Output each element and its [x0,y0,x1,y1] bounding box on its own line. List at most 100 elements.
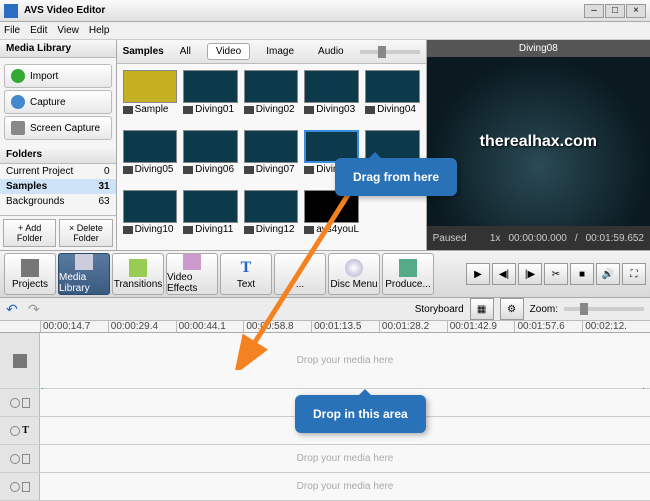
import-label: Import [30,71,58,82]
ruler-tick: 00:02:12. [582,321,650,332]
tool-text[interactable]: TText [220,253,272,295]
media-library-header: Media Library [0,40,116,58]
thumb-Diving06[interactable]: Diving06 [183,130,238,184]
thumb-Diving01[interactable]: Diving01 [183,70,238,124]
volume-button[interactable]: 🔊 [596,263,620,285]
close-button[interactable]: × [626,4,646,18]
view-settings-button[interactable]: ⚙ [500,298,524,320]
track-header-text[interactable]: T [0,417,40,444]
menu-edit[interactable]: Edit [30,25,47,36]
delete-folder-button[interactable]: × Delete Folder [59,219,112,247]
thumb-size-slider[interactable] [360,50,420,54]
tool-produce[interactable]: Produce... [382,253,434,295]
capture-label: Capture [30,97,66,108]
preview-position: 00:00:00.000 [508,233,566,244]
tab-audio[interactable]: Audio [310,44,352,59]
more-icon [291,259,309,277]
ruler-tick: 00:01:13.5 [311,321,379,332]
tab-video[interactable]: Video [207,43,250,60]
track-header-audio[interactable] [0,473,40,500]
thumb-Diving10[interactable]: Diving10 [123,190,178,244]
ruler-tick: 00:01:28.2 [379,321,447,332]
thumb-label: Diving10 [135,224,174,235]
menu-file[interactable]: File [4,25,20,36]
track-header-effect[interactable] [0,445,40,472]
ruler-tick: 00:01:42.9 [447,321,515,332]
folder-current-project[interactable]: Current Project0 [0,164,116,179]
thumb-image [123,130,178,163]
maximize-button[interactable]: □ [605,4,625,18]
audio-track[interactable]: Drop your media here [40,473,650,500]
track-header-transition[interactable] [0,389,40,416]
tool-transitions[interactable]: Transitions [112,253,164,295]
title-bar: AVS Video Editor – □ × [0,0,650,22]
tool-disc-menu[interactable]: Disc Menu [328,253,380,295]
preview-sep: / [575,233,578,244]
folder-backgrounds[interactable]: Backgrounds63 [0,194,116,209]
thumb-Sample[interactable]: Sample [123,70,178,124]
redo-button[interactable]: ↷ [28,301,46,317]
tool-projects[interactable]: Projects [4,253,56,295]
stop-button[interactable]: ■ [570,263,594,285]
tab-all[interactable]: All [172,44,199,59]
thumb-Diving07[interactable]: Diving07 [244,130,299,184]
effect-track[interactable]: Drop your media here [40,445,650,472]
screen-capture-button[interactable]: Screen Capture [4,116,112,140]
video-icon [123,106,133,114]
capture-button[interactable]: Capture [4,90,112,114]
split-button[interactable]: ✂ [544,263,568,285]
view-icon-button[interactable]: ▦ [470,298,494,320]
thumb-Diving04[interactable]: Diving04 [365,70,420,124]
thumb-Diving02[interactable]: Diving02 [244,70,299,124]
video-track[interactable]: Drop your media here [40,333,650,388]
tool-media-library[interactable]: Media Library [58,253,110,295]
plus-icon [11,69,25,83]
import-button[interactable]: Import [4,64,112,88]
fullscreen-button[interactable]: ⛶ [622,263,646,285]
thumb-label: Diving06 [195,164,234,175]
add-folder-button[interactable]: + Add Folder [3,219,56,247]
ruler-tick: 00:00:44.1 [176,321,244,332]
text-track-icon: T [22,425,29,436]
eye-icon [10,426,20,436]
disc-icon [345,259,363,277]
preview-status: Paused [433,233,467,244]
tab-image[interactable]: Image [258,44,302,59]
thumb-label: Diving05 [135,164,174,175]
thumb-Diving11[interactable]: Diving11 [183,190,238,244]
time-ruler[interactable]: 00:00:14.700:00:29.400:00:44.100:00:58.8… [0,321,650,333]
thumb-avs4youL[interactable]: avs4youL [304,190,359,244]
preview-viewport[interactable]: therealhax.com [427,57,650,226]
menu-help[interactable]: Help [89,25,110,36]
menu-view[interactable]: View [57,25,79,36]
minimize-button[interactable]: – [584,4,604,18]
folder-samples[interactable]: Samples31 [0,179,116,194]
callout-drop: Drop in this area [295,395,426,433]
thumb-image [123,190,178,223]
prev-frame-button[interactable]: ◀| [492,263,516,285]
ruler-tick: 00:00:14.7 [40,321,108,332]
video-icon [123,226,133,234]
thumb-Diving12[interactable]: Diving12 [244,190,299,244]
thumb-Diving05[interactable]: Diving05 [123,130,178,184]
screen-capture-label: Screen Capture [30,123,100,134]
thumb-image [244,190,299,223]
thumb-image [183,70,238,103]
thumb-label: Diving03 [316,104,355,115]
video-icon [244,106,254,114]
zoom-slider[interactable] [564,307,644,311]
tool-video-effects[interactable]: Video Effects [166,253,218,295]
menu-bar: File Edit View Help [0,22,650,40]
next-frame-button[interactable]: |▶ [518,263,542,285]
tool-more[interactable]: ... [274,253,326,295]
thumb-image [244,130,299,163]
eye-icon [10,482,20,492]
callout-drag: Drag from here [335,158,457,196]
thumb-Diving03[interactable]: Diving03 [304,70,359,124]
undo-button[interactable]: ↶ [6,301,24,317]
text-icon: T [237,259,255,277]
view-mode-label[interactable]: Storyboard [415,304,464,315]
folders-header: Folders [0,146,116,164]
play-button[interactable]: ▶ [466,263,490,285]
track-header-video[interactable] [0,333,40,388]
